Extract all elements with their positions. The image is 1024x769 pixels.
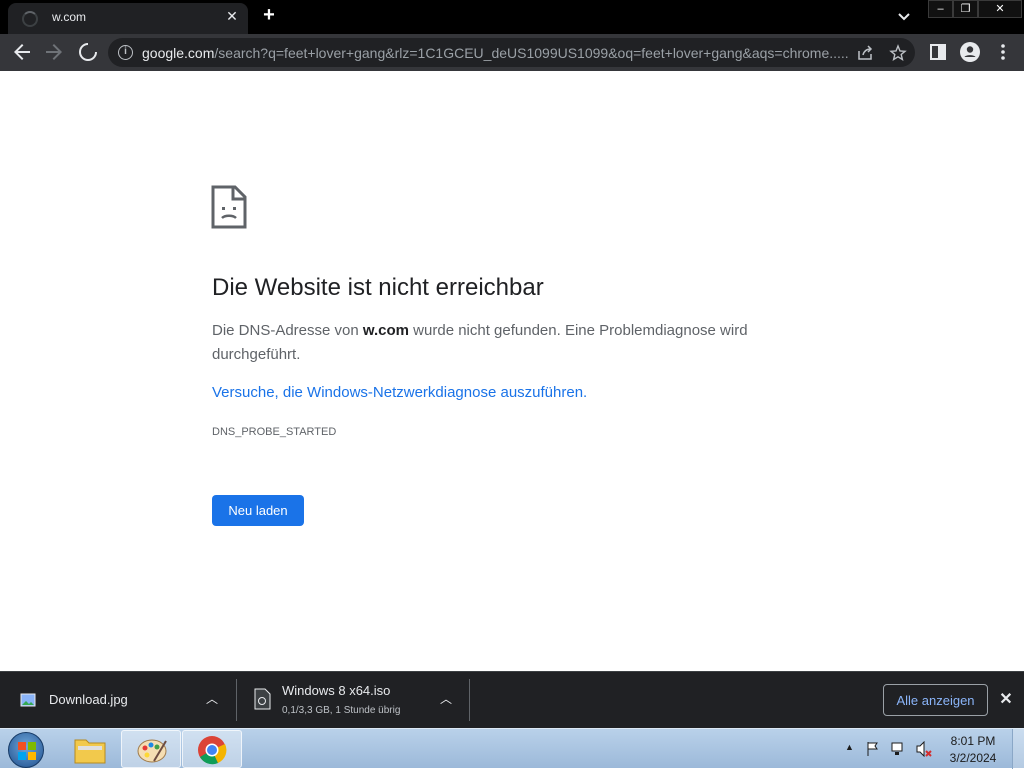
chevron-up-icon[interactable]: ︿	[204, 690, 220, 706]
show-desktop-button[interactable]	[1012, 729, 1024, 769]
chevron-up-icon[interactable]: ▲	[845, 742, 855, 752]
windows-taskbar: ▲ 8:01 PM 3/2/2024	[0, 728, 1024, 769]
window-controls: – ❐ ✕	[928, 0, 1022, 18]
share-icon[interactable]	[856, 44, 874, 62]
stop-loading-icon[interactable]	[76, 40, 100, 64]
windows-logo-icon	[18, 742, 36, 760]
restore-button[interactable]: ❐	[953, 0, 978, 18]
arrow-left-icon[interactable]	[10, 40, 34, 64]
folder-icon	[74, 739, 106, 764]
network-icon[interactable]	[890, 741, 906, 757]
browser-toolbar: i google.com/search?q=feet+lover+gang&rl…	[0, 34, 1024, 71]
sad-document-icon	[211, 185, 247, 229]
url-host: google.com	[142, 45, 215, 61]
plus-icon[interactable]: +	[258, 5, 280, 27]
action-center-flag-icon[interactable]	[865, 741, 881, 757]
chrome-icon	[198, 736, 227, 765]
explorer-taskbar-button[interactable]	[60, 730, 120, 768]
spinner-icon	[22, 11, 38, 27]
network-diagnostics-link[interactable]: Versuche, die Windows-Netzwerkdiagnose a…	[212, 384, 587, 401]
download-item[interactable]: Windows 8 x64.iso 0,1/3,3 GB, 1 Stunde ü…	[237, 672, 469, 728]
error-title: Die Website ist nicht erreichbar	[212, 274, 544, 301]
error-code: DNS_PROBE_STARTED	[212, 426, 337, 438]
download-item[interactable]: Download.jpg ︿	[0, 672, 236, 728]
menu-icon[interactable]	[991, 40, 1015, 64]
download-filename: Download.jpg	[49, 692, 128, 707]
profile-icon[interactable]	[958, 40, 982, 64]
iso-file-icon	[254, 688, 271, 710]
image-file-icon	[20, 693, 36, 707]
info-icon[interactable]: i	[118, 45, 133, 60]
chevron-up-icon[interactable]: ︿	[438, 690, 454, 706]
address-bar[interactable]: i google.com/search?q=feet+lover+gang&rl…	[108, 38, 915, 67]
close-icon[interactable]: ✕	[224, 8, 240, 24]
tab-strip: w.com ✕ + – ❐ ✕	[0, 0, 1024, 34]
error-desc-domain: w.com	[362, 322, 410, 339]
clock-time[interactable]: 8:01 PM	[937, 734, 1009, 748]
url-path: /search?q=feet+lover+gang&rlz=1C1GCEU_de…	[214, 45, 849, 61]
error-page: Die Website ist nicht erreichbar Die DNS…	[0, 71, 1024, 671]
download-status: 0,1/3,3 GB, 1 Stunde übrig	[282, 705, 401, 716]
arrow-right-icon[interactable]	[42, 40, 66, 64]
download-filename: Windows 8 x64.iso	[282, 683, 391, 698]
paint-taskbar-button[interactable]	[121, 730, 181, 768]
star-icon[interactable]	[889, 44, 907, 62]
tab-title: w.com	[52, 10, 87, 24]
window-close-button[interactable]: ✕	[978, 0, 1022, 18]
close-icon[interactable]: ✕	[996, 690, 1016, 710]
error-description: Die DNS-Adresse von w.com wurde nicht ge…	[212, 319, 772, 367]
system-tray: ▲	[845, 729, 935, 769]
volume-muted-icon[interactable]	[915, 741, 933, 757]
side-panel-icon[interactable]	[926, 40, 950, 64]
reload-button[interactable]: Neu laden	[212, 495, 304, 526]
paint-palette-icon	[137, 739, 167, 763]
error-desc-prefix: Die DNS-Adresse von	[212, 322, 363, 339]
chrome-taskbar-button[interactable]	[182, 730, 242, 768]
show-all-downloads-button[interactable]: Alle anzeigen	[883, 684, 988, 716]
url-text[interactable]: google.com/search?q=feet+lover+gang&rlz=…	[142, 45, 854, 61]
browser-tab[interactable]: w.com ✕	[8, 3, 248, 34]
start-button[interactable]	[8, 732, 44, 768]
minimize-button[interactable]: –	[928, 0, 953, 18]
download-shelf: Download.jpg ︿ Windows 8 x64.iso 0,1/3,3…	[0, 671, 1024, 728]
chevron-down-icon[interactable]	[894, 8, 914, 26]
download-separator	[469, 679, 470, 721]
clock-date[interactable]: 3/2/2024	[937, 751, 1009, 765]
